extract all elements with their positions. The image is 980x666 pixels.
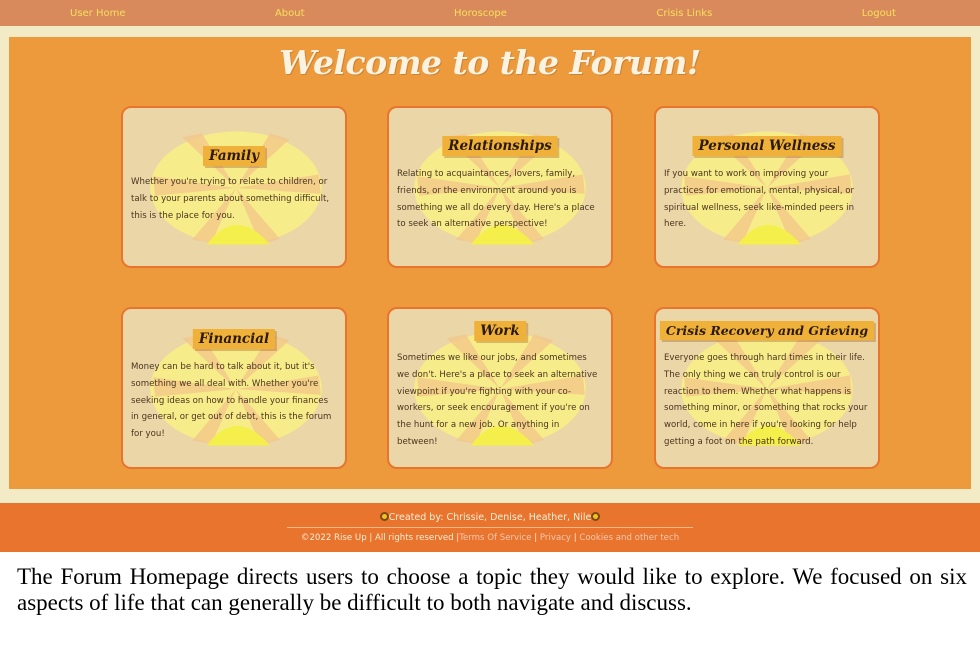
card-title: Family: [203, 146, 265, 166]
site-footer: Created by: Chrissie, Denise, Heather, N…: [0, 503, 980, 552]
card-title: Relationships: [442, 136, 558, 156]
topic-card-financial[interactable]: Financial Money can be hard to talk abou…: [121, 307, 347, 469]
nav-about-link[interactable]: About: [275, 8, 305, 19]
footer-copyright: ©2022 Rise Up | All rights reserved: [300, 533, 454, 543]
terms-of-service-link[interactable]: Terms Of Service: [459, 533, 531, 543]
privacy-link[interactable]: Privacy: [540, 533, 571, 543]
card-text: Relating to acquaintances, lovers, famil…: [397, 169, 595, 230]
footer-links: ©2022 Rise Up | All rights reserved |Ter…: [0, 533, 980, 543]
card-title: Work: [474, 321, 526, 341]
figure-caption: The Forum Homepage directs users to choo…: [17, 564, 967, 615]
nav-user-home-link[interactable]: User Home: [70, 8, 126, 19]
nav-horoscope-link[interactable]: Horoscope: [454, 8, 507, 19]
card-title: Personal Wellness: [692, 136, 842, 156]
forum-main: Welcome to the Forum! Family Whether you…: [9, 37, 971, 489]
nav-crisis-links-link[interactable]: Crisis Links: [656, 8, 712, 19]
cookies-link[interactable]: Cookies and other tech: [579, 533, 679, 543]
sunflower-icon: [591, 512, 601, 521]
topic-card-relationships[interactable]: Relationships Relating to acquaintances,…: [387, 106, 613, 268]
topic-card-crisis-recovery[interactable]: Crisis Recovery and Grieving Everyone go…: [654, 307, 880, 469]
footer-divider: [287, 527, 693, 528]
forum-screenshot: User Home About Horoscope Crisis Links L…: [0, 0, 980, 552]
footer-separator: |: [534, 533, 538, 543]
footer-credit-text: Created by: Chrissie, Denise, Heather, N…: [388, 512, 592, 523]
topic-card-personal-wellness[interactable]: Personal Wellness If you want to work on…: [654, 106, 880, 268]
sunflower-icon: [379, 512, 389, 521]
card-title: Financial: [192, 329, 276, 349]
card-title: Crisis Recovery and Grieving: [659, 321, 875, 340]
card-text: If you want to work on improving your pr…: [664, 169, 855, 230]
nav-logout-link[interactable]: Logout: [862, 8, 896, 19]
footer-credit: Created by: Chrissie, Denise, Heather, N…: [0, 512, 980, 523]
footer-separator: |: [573, 533, 577, 543]
card-text: Money can be hard to talk about it, but …: [131, 362, 332, 440]
card-text: Sometimes we like our jobs, and sometime…: [397, 353, 598, 447]
card-text: Everyone goes through hard times in thei…: [664, 353, 868, 447]
top-nav: User Home About Horoscope Crisis Links L…: [0, 0, 980, 26]
topic-card-work[interactable]: Work Sometimes we like our jobs, and som…: [387, 307, 613, 469]
topic-card-family[interactable]: Family Whether you're trying to relate t…: [121, 106, 347, 268]
page-title: Welcome to the Forum!: [279, 43, 701, 82]
card-text: Whether you're trying to relate to child…: [131, 177, 330, 221]
